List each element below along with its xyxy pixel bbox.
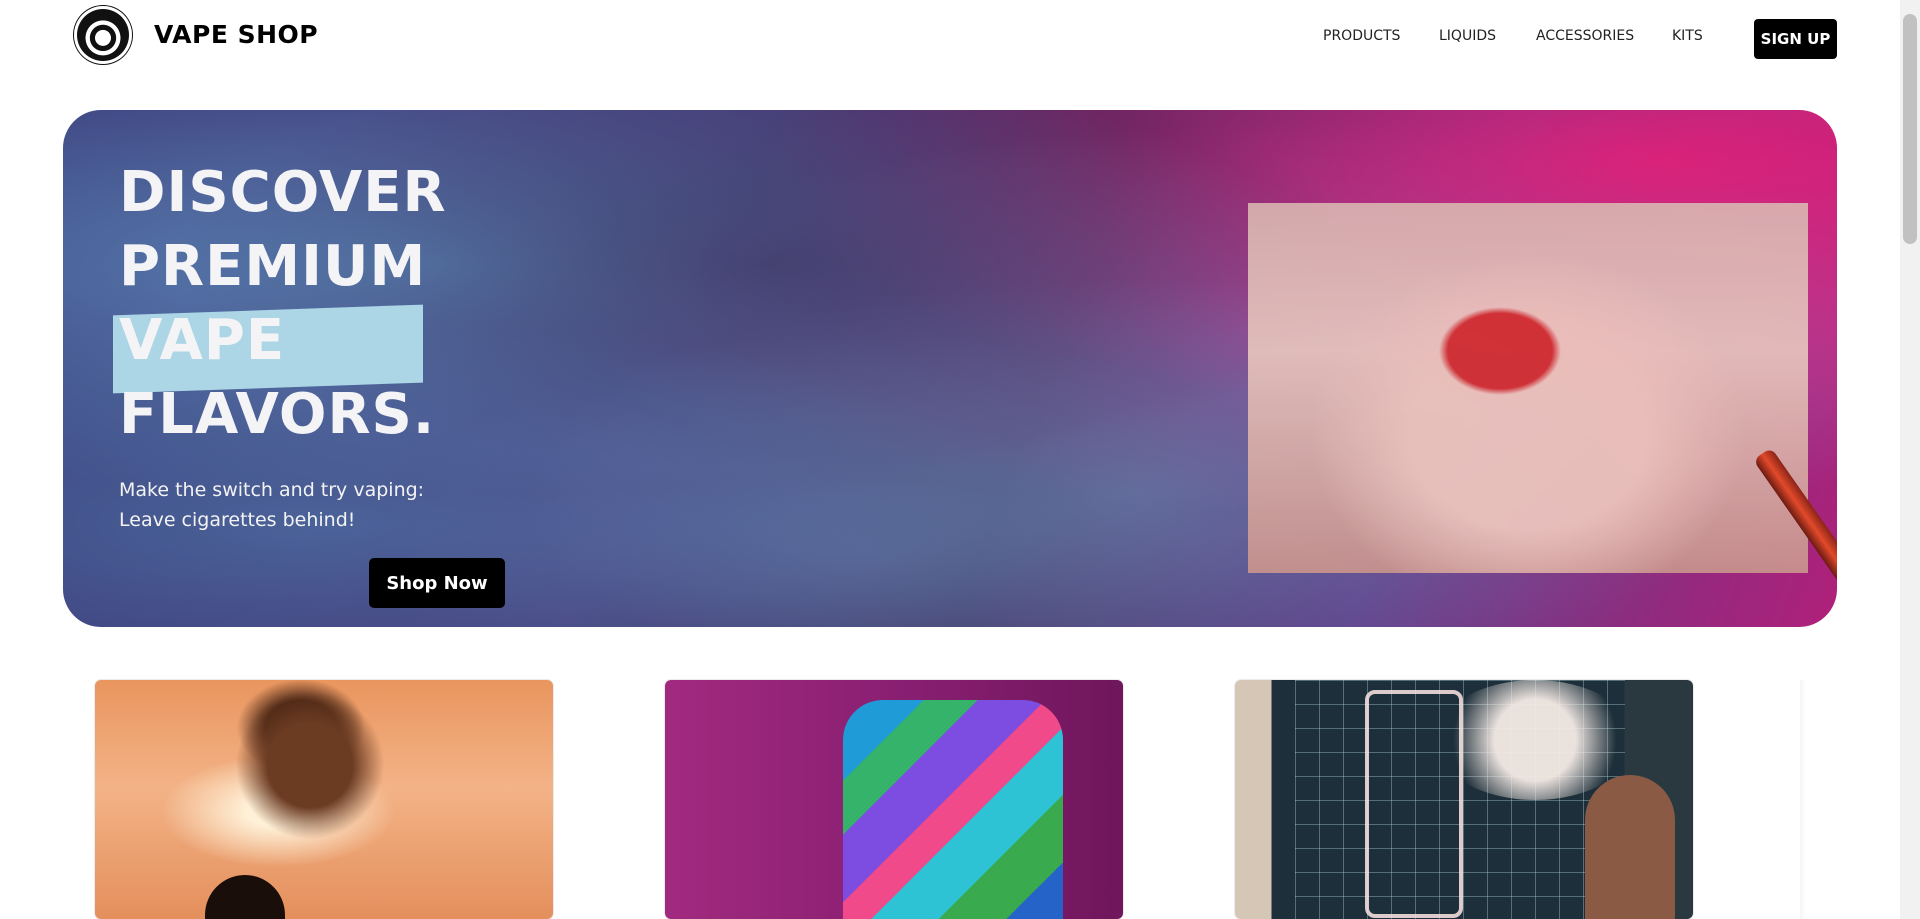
card-colorful-jacket[interactable] [665,680,1123,919]
silhouette-figure [205,875,285,919]
logo-text[interactable]: VAPE SHOP [154,20,318,49]
page-scrollbar[interactable] [1900,0,1920,919]
hero-title-line-4: FLAVORS. [119,382,436,447]
nav-liquids[interactable]: LIQUIDS [1439,28,1496,44]
card-sunset-smoke[interactable] [95,680,553,919]
signup-button[interactable]: SIGN UP [1754,19,1837,59]
next-card-edge [1800,680,1806,919]
shop-now-button[interactable]: Shop Now [369,558,505,608]
nav-kits[interactable]: KITS [1672,28,1703,44]
card-neon-vaping[interactable] [1235,680,1693,919]
scrollbar-thumb[interactable] [1903,14,1917,244]
nav-accessories[interactable]: ACCESSORIES [1536,28,1634,44]
hero-subtitle-line-2: Leave cigarettes behind! [119,509,356,531]
site-header: VAPE SHOP PRODUCTS LIQUIDS ACCESSORIES K… [0,0,1900,80]
hero-title-line-3: VAPE [119,308,286,373]
hero-title-line-1: DISCOVER [119,160,447,225]
hero-title-line-2: PREMIUM [119,234,427,299]
hero-woman-vaping-image [1248,203,1808,573]
nav-products[interactable]: PRODUCTS [1323,28,1400,44]
hero-banner: DISCOVER PREMIUM VAPE FLAVORS. Make the … [63,110,1837,627]
hero-subtitle-line-1: Make the switch and try vaping: [119,479,425,501]
person-vaping-image [1585,775,1675,919]
logo-icon[interactable] [74,6,132,64]
hero-title: DISCOVER PREMIUM VAPE FLAVORS. [119,156,447,452]
colorful-jacket-image [843,700,1063,919]
smoke-cloud-image [235,690,385,840]
hero-subtitle: Make the switch and try vaping: Leave ci… [119,475,424,535]
